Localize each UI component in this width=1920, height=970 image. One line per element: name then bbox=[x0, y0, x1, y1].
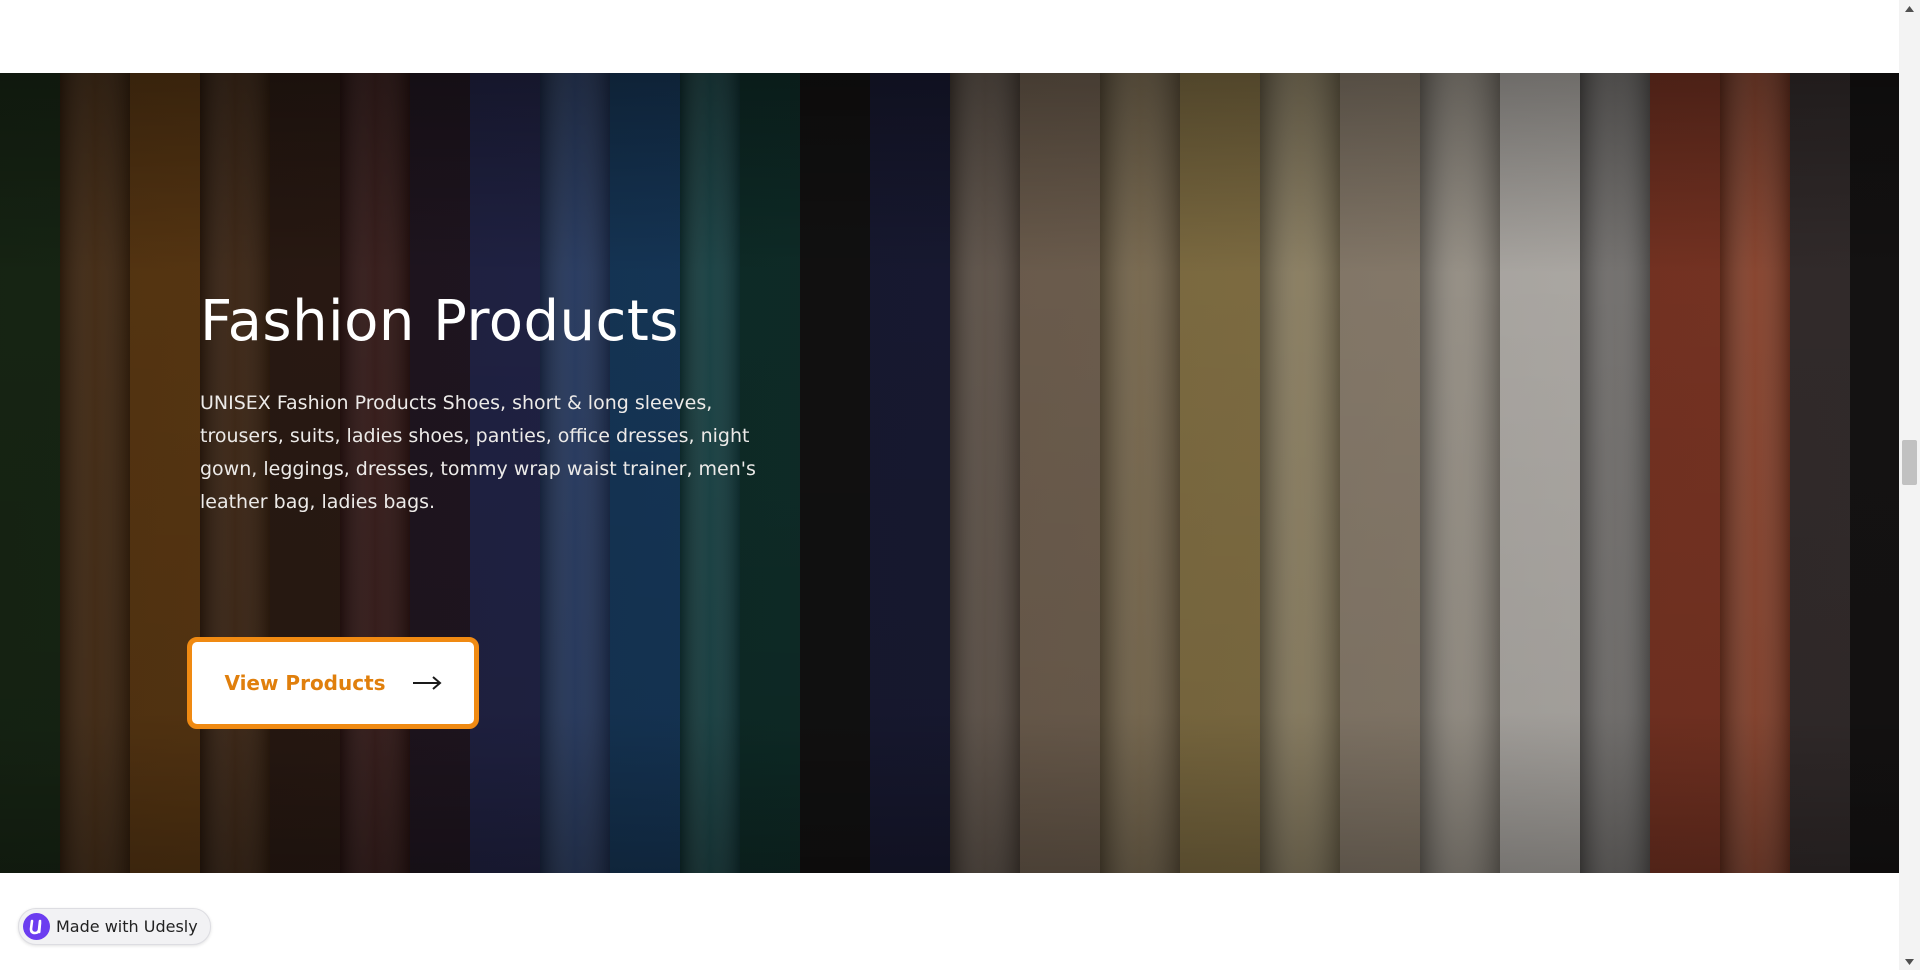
arrow-right-icon bbox=[412, 676, 442, 690]
hero-content: Fashion Products UNISEX Fashion Products… bbox=[200, 288, 820, 519]
hero-description: UNISEX Fashion Products Shoes, short & l… bbox=[200, 392, 756, 514]
hero-section: Fashion Products UNISEX Fashion Products… bbox=[0, 73, 1899, 873]
page: Fashion Products UNISEX Fashion Products… bbox=[0, 0, 1920, 970]
scroll-down-icon[interactable] bbox=[1899, 953, 1920, 970]
hero-title: Fashion Products bbox=[200, 289, 679, 354]
udesly-logo-icon bbox=[23, 913, 50, 940]
view-products-label: View Products bbox=[224, 671, 386, 695]
scrollbar-thumb[interactable] bbox=[1902, 440, 1917, 485]
badge-label: Made with Udesly bbox=[56, 917, 198, 936]
made-with-udesly-badge[interactable]: Made with Udesly bbox=[18, 908, 211, 945]
vertical-scrollbar[interactable] bbox=[1899, 0, 1920, 970]
view-products-button[interactable]: View Products bbox=[187, 637, 479, 729]
scroll-up-icon[interactable] bbox=[1899, 0, 1920, 17]
